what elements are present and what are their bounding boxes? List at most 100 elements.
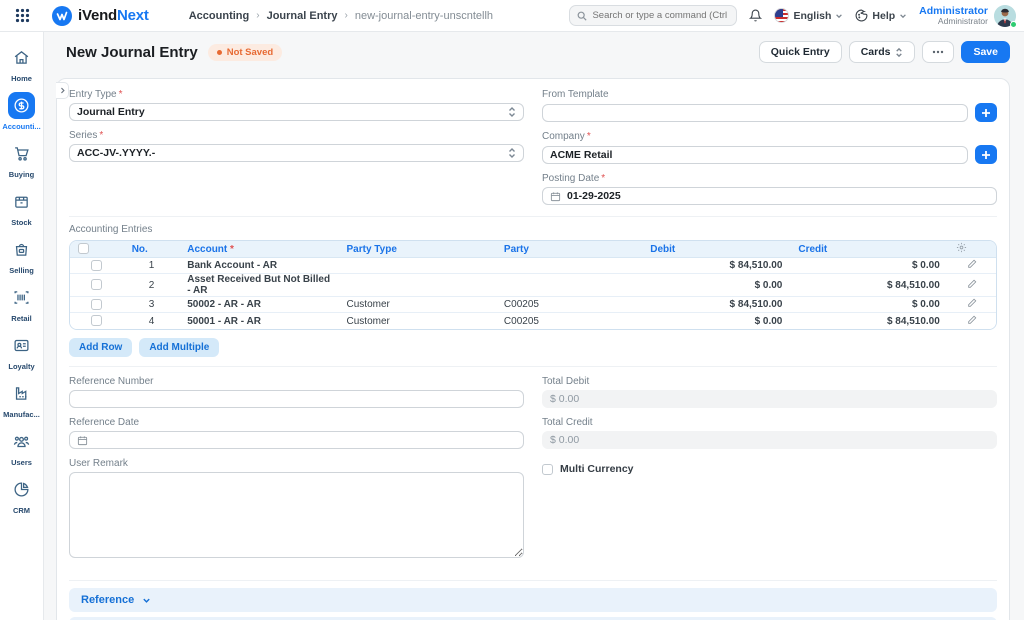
table-row[interactable]: 3 50002 - AR - AR Customer C00205 $ 84,5… bbox=[70, 297, 996, 313]
row-credit[interactable]: $ 84,510.00 bbox=[790, 313, 947, 329]
col-debit: Debit bbox=[642, 241, 790, 258]
table-row[interactable]: 1 Bank Account - AR $ 84,510.00 $ 0.00 bbox=[70, 258, 996, 274]
sidebar-item-loyalty[interactable]: Loyalty bbox=[0, 332, 44, 371]
row-credit[interactable]: $ 0.00 bbox=[790, 297, 947, 313]
sidebar-item-selling[interactable]: Selling bbox=[0, 236, 44, 275]
language-selector[interactable]: English bbox=[774, 8, 843, 23]
multi-currency-checkbox[interactable] bbox=[542, 464, 553, 475]
entry-type-select[interactable]: Journal Entry bbox=[69, 103, 524, 121]
row-party[interactable]: C00205 bbox=[496, 313, 642, 329]
save-button[interactable]: Save bbox=[961, 41, 1010, 63]
help-menu[interactable]: Help bbox=[855, 9, 907, 22]
status-dot bbox=[217, 50, 222, 55]
series-select[interactable]: ACC-JV-.YYYY.- bbox=[69, 144, 524, 162]
row-account[interactable]: Asset Received But Not Billed - AR bbox=[179, 274, 338, 297]
user-menu[interactable]: Administrator Administrator bbox=[919, 5, 1016, 27]
entry-type-value: Journal Entry bbox=[77, 106, 145, 118]
ivendnext-logo[interactable]: iVendNext bbox=[52, 6, 149, 26]
add-multiple-button[interactable]: Add Multiple bbox=[139, 338, 219, 357]
add-row-button[interactable]: Add Row bbox=[69, 338, 132, 357]
row-party-type[interactable] bbox=[339, 274, 496, 297]
quick-entry-button[interactable]: Quick Entry bbox=[759, 41, 842, 63]
sidebar-label: CRM bbox=[13, 506, 30, 515]
edit-row-icon[interactable] bbox=[967, 259, 977, 269]
series-field: Series* ACC-JV-.YYYY.- bbox=[69, 130, 524, 162]
row-account[interactable]: 50001 - AR - AR bbox=[179, 313, 338, 329]
online-status-dot bbox=[1010, 21, 1017, 28]
sidebar-item-stock[interactable]: Stock bbox=[0, 188, 44, 227]
col-settings[interactable] bbox=[948, 241, 996, 258]
user-remark-label: User Remark bbox=[69, 458, 128, 469]
search-input[interactable] bbox=[592, 10, 729, 21]
sidebar-label: Selling bbox=[9, 266, 34, 275]
row-party-type[interactable]: Customer bbox=[339, 313, 496, 329]
row-checkbox[interactable] bbox=[91, 279, 102, 290]
total-credit-label: Total Credit bbox=[542, 417, 593, 428]
details-left-column: Reference Number Reference Date User Rem… bbox=[69, 376, 524, 572]
col-account: Account * bbox=[179, 241, 338, 258]
expand-sidebar-toggle[interactable] bbox=[56, 82, 69, 99]
from-template-input[interactable] bbox=[542, 104, 968, 122]
sidebar-item-buying[interactable]: Buying bbox=[0, 140, 44, 179]
row-debit[interactable]: $ 0.00 bbox=[642, 274, 790, 297]
sidebar-item-users[interactable]: Users bbox=[0, 428, 44, 467]
row-debit[interactable]: $ 0.00 bbox=[642, 313, 790, 329]
global-search[interactable] bbox=[569, 5, 737, 26]
user-remark-textarea[interactable] bbox=[69, 472, 524, 558]
select-carets-icon bbox=[508, 147, 516, 159]
form-left-column: Entry Type* Journal Entry Series* ACC-JV… bbox=[69, 89, 524, 214]
total-debit-value: $ 0.00 bbox=[542, 390, 997, 408]
breadcrumb-accounting[interactable]: Accounting bbox=[189, 10, 250, 22]
row-account[interactable]: 50002 - AR - AR bbox=[179, 297, 338, 313]
reference-number-text-input[interactable] bbox=[77, 393, 516, 405]
select-all-checkbox[interactable] bbox=[78, 243, 89, 254]
breadcrumb-journal-entry[interactable]: Journal Entry bbox=[267, 10, 338, 22]
edit-row-icon[interactable] bbox=[967, 315, 977, 325]
section-reference[interactable]: Reference bbox=[69, 588, 997, 612]
gear-icon[interactable] bbox=[956, 242, 967, 253]
sidebar-item-crm[interactable]: CRM bbox=[0, 476, 44, 515]
table-row[interactable]: 4 50001 - AR - AR Customer C00205 $ 0.00… bbox=[70, 313, 996, 329]
page-title: New Journal Entry bbox=[66, 44, 198, 61]
app-grid-icon[interactable] bbox=[0, 8, 44, 23]
sidebar-label: Stock bbox=[11, 218, 31, 227]
sidebar-item-home[interactable]: Home bbox=[0, 44, 44, 83]
row-party-type[interactable] bbox=[339, 258, 496, 274]
company-input[interactable]: ACME Retail bbox=[542, 146, 968, 164]
reference-number-input[interactable] bbox=[69, 390, 524, 408]
page-header-row: New Journal Entry Not Saved Quick Entry … bbox=[44, 32, 1024, 72]
row-checkbox[interactable] bbox=[91, 299, 102, 310]
section-reference-label: Reference bbox=[81, 594, 134, 606]
row-credit[interactable]: $ 0.00 bbox=[790, 258, 947, 274]
row-checkbox[interactable] bbox=[91, 260, 102, 271]
barcode-icon bbox=[8, 284, 35, 311]
logo-text-next: Next bbox=[117, 7, 149, 24]
reference-number-field: Reference Number bbox=[69, 376, 524, 408]
sidebar-item-retail[interactable]: Retail bbox=[0, 284, 44, 323]
row-credit[interactable]: $ 84,510.00 bbox=[790, 274, 947, 297]
sidebar-item-manufacturing[interactable]: Manufac... bbox=[0, 380, 44, 419]
add-template-button[interactable] bbox=[975, 103, 997, 122]
row-account[interactable]: Bank Account - AR bbox=[179, 258, 338, 274]
cards-dropdown-button[interactable]: Cards bbox=[849, 41, 916, 63]
add-company-button[interactable] bbox=[975, 145, 997, 164]
row-debit[interactable]: $ 84,510.00 bbox=[642, 258, 790, 274]
more-options-button[interactable] bbox=[922, 41, 954, 63]
row-party[interactable] bbox=[496, 274, 642, 297]
table-row[interactable]: 2 Asset Received But Not Billed - AR $ 0… bbox=[70, 274, 996, 297]
posting-date-input[interactable]: 01-29-2025 bbox=[542, 187, 997, 205]
reference-date-input[interactable] bbox=[69, 431, 524, 449]
sidebar-item-accounting[interactable]: Accounti... bbox=[0, 92, 44, 131]
edit-row-icon[interactable] bbox=[967, 298, 977, 308]
collapsible-sections: Reference Printing Settings More Informa… bbox=[69, 580, 997, 620]
row-party[interactable] bbox=[496, 258, 642, 274]
row-debit[interactable]: $ 84,510.00 bbox=[642, 297, 790, 313]
row-party[interactable]: C00205 bbox=[496, 297, 642, 313]
edit-row-icon[interactable] bbox=[967, 279, 977, 289]
from-template-text-input[interactable] bbox=[550, 107, 960, 119]
notifications-bell-icon[interactable] bbox=[749, 9, 762, 22]
row-party-type[interactable]: Customer bbox=[339, 297, 496, 313]
row-checkbox[interactable] bbox=[91, 315, 102, 326]
avatar[interactable] bbox=[994, 5, 1016, 27]
bag-icon bbox=[8, 236, 35, 263]
